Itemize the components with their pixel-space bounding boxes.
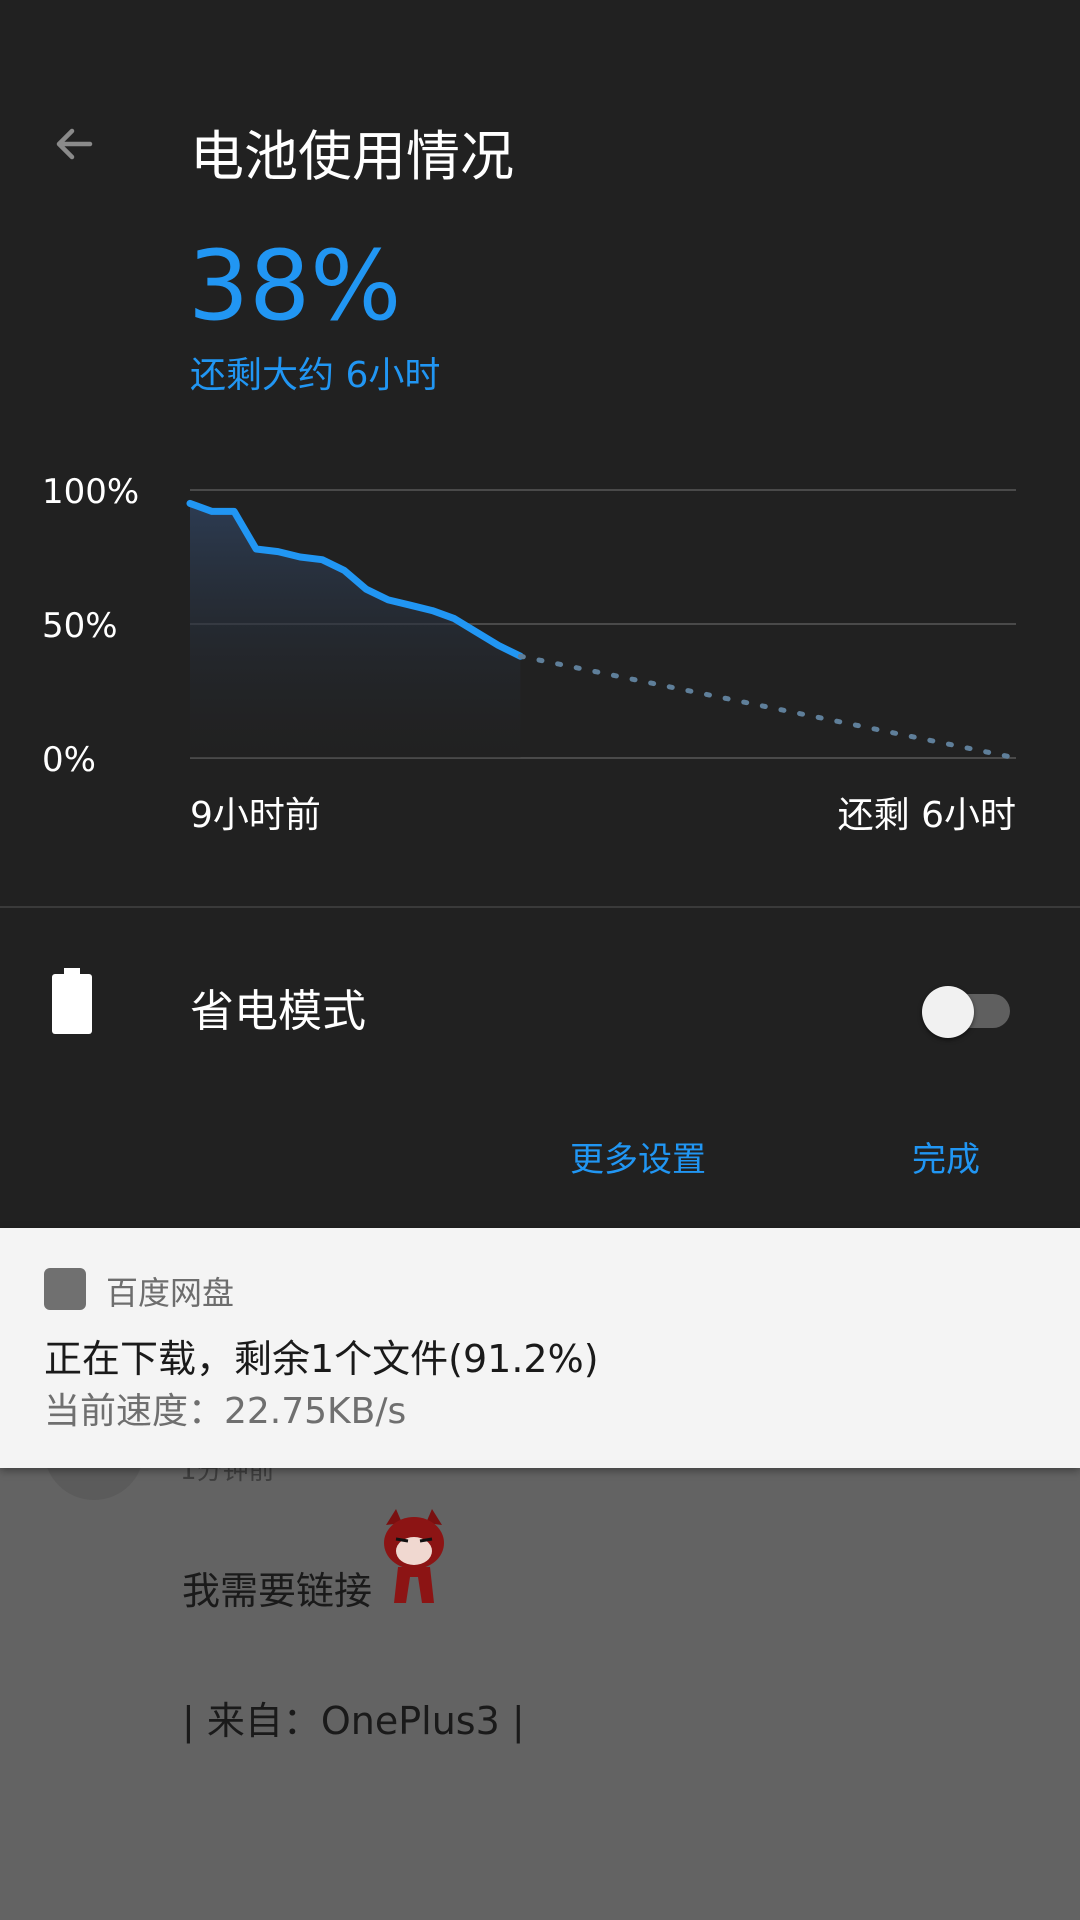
x-tick-label: 还剩 6小时 (837, 795, 1016, 836)
post-source: | 来自：OnePlus3 | (182, 1699, 525, 1743)
notification-app-name: 百度网盘 (106, 1274, 235, 1312)
download-notification[interactable]: 百度网盘 正在下载，剩余1个文件(91.2%) 当前速度：22.75KB/s (0, 1228, 1080, 1468)
y-tick-label: 50% (42, 606, 118, 646)
y-tick-label: 0% (42, 740, 96, 780)
post-text: 我需要链接 (182, 1569, 373, 1613)
divider (0, 906, 1080, 908)
x-tick-label: 9小时前 (190, 795, 321, 836)
battery-usage-panel: 电池使用情况 38% 还剩大约 6小时 100% 50% 0% 9小时前 还剩 … (0, 0, 1080, 1228)
notification-title: 正在下载，剩余1个文件(91.2%) (44, 1337, 599, 1381)
battery-chart (186, 489, 1019, 761)
battery-icon (52, 968, 92, 1034)
notification-subtitle: 当前速度：22.75KB/s (44, 1391, 407, 1432)
sticker-icon (384, 1509, 444, 1603)
y-tick-label: 100% (42, 472, 140, 512)
battery-saver-toggle[interactable] (922, 980, 1012, 1038)
baidu-netdisk-icon (44, 1268, 86, 1310)
done-button[interactable]: 完成 (912, 1132, 980, 1181)
toggle-thumb (922, 986, 974, 1038)
more-settings-button[interactable]: 更多设置 (570, 1132, 706, 1181)
projection-line (517, 653, 1019, 761)
battery-saver-label: 省电模式 (190, 986, 366, 1037)
